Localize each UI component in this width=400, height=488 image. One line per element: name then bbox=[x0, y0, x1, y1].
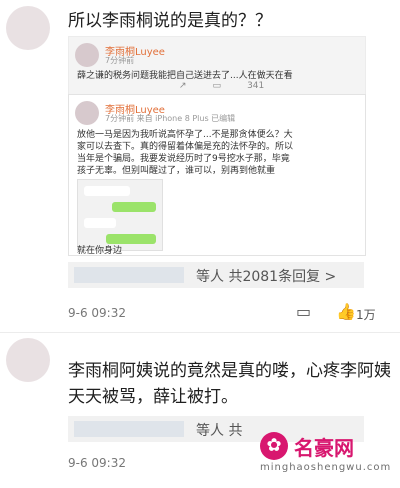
post-body-line: 家可以去查下。真的得留着体偏是充的法怀孕的。所以 bbox=[77, 142, 294, 152]
avatar[interactable] bbox=[6, 338, 50, 382]
thumb-up-icon[interactable]: 👍 bbox=[336, 302, 356, 321]
post-card[interactable]: 李雨桐Luyee 7分钟前 来自 iPhone 8 Plus 已编辑 放他一马是… bbox=[68, 94, 366, 256]
avatar[interactable] bbox=[6, 6, 50, 50]
comment-time: 9-6 09:32 bbox=[68, 306, 126, 320]
replies-link[interactable]: 等人 共2081条回复 > bbox=[196, 266, 336, 286]
post-meta: 7分钟前 来自 iPhone 8 Plus 已编辑 bbox=[105, 114, 236, 123]
comment-icon[interactable]: ▭ bbox=[296, 302, 311, 321]
repost-meta: 7分钟前 bbox=[105, 56, 135, 65]
blurred-names bbox=[74, 421, 184, 437]
comment-text-line: 天天被骂，薛让被打。 bbox=[68, 387, 238, 407]
avatar bbox=[75, 43, 99, 67]
comment-text-line: 李雨桐阿姨说的竟然是真的喽，心疼李阿姨 bbox=[68, 361, 391, 381]
avatar bbox=[75, 101, 99, 125]
watermark-url: minghaoshengwu.com bbox=[260, 462, 392, 473]
replies-bar[interactable]: 等人 共2081条回复 > bbox=[68, 262, 364, 288]
chat-bubble bbox=[84, 218, 116, 228]
blurred-names bbox=[74, 267, 184, 283]
repost-comment-icon[interactable]: ▭ bbox=[213, 81, 222, 91]
site-watermark: ✿ 名豪网 minghaoshengwu.com bbox=[254, 428, 394, 484]
repost-share-icon[interactable]: ↗ bbox=[179, 81, 187, 91]
comment-time: 9-6 09:32 bbox=[68, 456, 126, 470]
repost-like-count[interactable]: 341 bbox=[247, 81, 264, 91]
replies-link[interactable]: 等人 共 bbox=[196, 420, 242, 440]
chat-bubble bbox=[106, 234, 156, 244]
chat-bubble bbox=[112, 202, 156, 212]
like-count: 1万 bbox=[356, 308, 376, 322]
repost-actions: ↗ ▭ 341 bbox=[179, 81, 264, 91]
watermark-logo-icon: ✿ bbox=[260, 432, 288, 460]
watermark-title: 名豪网 bbox=[294, 436, 354, 460]
comment-1: 所以李雨桐说的是真的？？ 李雨桐Luyee 7分钟前 薛之谦的税务问题我能把自己… bbox=[0, 0, 400, 326]
chat-note: 就在你身边 bbox=[77, 246, 123, 256]
comment-text: 所以李雨桐说的是真的？？ bbox=[68, 11, 272, 31]
post-body-line: 孩子无辜。但别叫醒过了，谁可以，别再到他就重 bbox=[77, 166, 276, 176]
post-body-line: 当年是个骗局。我要发说经历时了9号挖水子那，毕竟 bbox=[77, 154, 290, 164]
repost-card[interactable]: 李雨桐Luyee 7分钟前 薛之谦的税务问题我能把自己送进去了...人在做天在看… bbox=[68, 36, 366, 96]
chat-bubble bbox=[84, 186, 130, 196]
divider bbox=[0, 332, 400, 333]
post-body-line: 放他一马是因为我听说高怀孕了...不是那贪体便么？大 bbox=[77, 130, 293, 140]
chat-screenshot bbox=[77, 179, 163, 251]
